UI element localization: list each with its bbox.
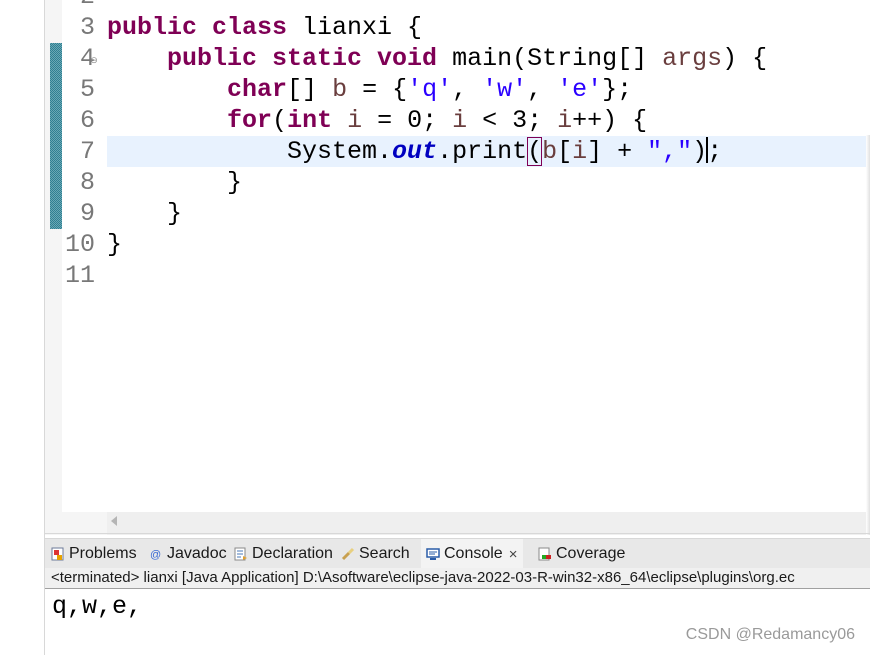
token: main(String[] bbox=[437, 44, 663, 73]
matching-bracket: ( bbox=[527, 137, 543, 166]
code-line[interactable]: for(int i = 0; i < 3; i++) { bbox=[107, 105, 647, 136]
line-number: 7 bbox=[79, 137, 95, 166]
token: ) bbox=[692, 137, 708, 166]
tab-search[interactable]: Search bbox=[341, 539, 410, 569]
token-field: out bbox=[392, 137, 438, 166]
token-kw: int bbox=[287, 106, 333, 135]
console-output-area[interactable]: q,w,e, bbox=[45, 589, 870, 655]
token-var: i bbox=[452, 106, 468, 135]
line-number: 5 bbox=[79, 75, 95, 104]
code-line[interactable]: } bbox=[107, 198, 182, 229]
tab-label: Javadoc bbox=[167, 545, 227, 562]
close-icon[interactable]: × bbox=[509, 546, 518, 563]
token-kw: public static void bbox=[167, 44, 438, 73]
console-icon bbox=[426, 547, 440, 561]
tab-label: Search bbox=[359, 545, 410, 562]
tab-declaration[interactable]: Declaration bbox=[234, 539, 333, 569]
code-line[interactable]: System.out.print(b[i] + ","); bbox=[107, 136, 722, 167]
declaration-icon bbox=[234, 547, 248, 561]
editor-text-area[interactable]: public class lianxi { public static void… bbox=[107, 0, 870, 512]
tab-coverage[interactable]: Coverage bbox=[538, 539, 625, 569]
token: ++) { bbox=[572, 106, 648, 135]
line-number: 11 bbox=[64, 261, 95, 290]
tab-label: Declaration bbox=[252, 545, 333, 562]
code-line[interactable]: } bbox=[107, 229, 122, 260]
token: , bbox=[527, 75, 558, 104]
token: ; bbox=[707, 137, 723, 166]
token: [] bbox=[287, 75, 333, 104]
console-status-text: <terminated> lianxi [Java Application] D… bbox=[51, 569, 795, 586]
token: ] + bbox=[587, 137, 648, 166]
line-number: 6 bbox=[79, 106, 95, 135]
token: .print bbox=[437, 137, 528, 166]
panel-divider bbox=[45, 533, 870, 534]
token: } bbox=[107, 230, 123, 259]
token-var: i bbox=[557, 106, 573, 135]
token: }; bbox=[602, 75, 633, 104]
token: , bbox=[452, 75, 483, 104]
tab-console[interactable]: Console × bbox=[421, 539, 524, 569]
code-line[interactable]: char[] b = {'q', 'w', 'e'}; bbox=[107, 74, 632, 105]
tab-label: Problems bbox=[69, 545, 137, 562]
token: System. bbox=[107, 137, 393, 166]
token-kw: for bbox=[227, 106, 273, 135]
fold-collapse-icon[interactable]: ⊖ bbox=[89, 55, 99, 65]
line-number: 3 bbox=[79, 13, 95, 42]
code-line[interactable]: public static void main(String[] args) { bbox=[107, 43, 767, 74]
token: = { bbox=[347, 75, 408, 104]
token-var: i bbox=[347, 106, 363, 135]
token: } bbox=[107, 168, 243, 197]
token-var: b bbox=[332, 75, 348, 104]
line-number: 9 bbox=[79, 199, 95, 228]
watermark: CSDN @Redamancy06 bbox=[685, 626, 855, 643]
line-number-ruler: 234⊖567891011 bbox=[62, 0, 107, 512]
token-str: 'q' bbox=[407, 75, 453, 104]
token-var: b bbox=[542, 137, 558, 166]
token: ) { bbox=[722, 44, 768, 73]
bottom-panel-tabbar: Problems @ Javadoc Declaration Search Console… bbox=[45, 538, 870, 569]
code-line[interactable]: public class lianxi { bbox=[107, 12, 422, 43]
search-icon bbox=[341, 547, 355, 561]
tab-label: Console bbox=[444, 545, 503, 562]
svg-text:@: @ bbox=[150, 549, 161, 561]
token-var: args bbox=[662, 44, 723, 73]
tab-label: Coverage bbox=[556, 545, 626, 562]
outer-margin bbox=[0, 0, 44, 655]
token: ( bbox=[272, 106, 288, 135]
tab-javadoc[interactable]: @ Javadoc bbox=[149, 539, 227, 569]
token: [ bbox=[557, 137, 573, 166]
token: lianxi { bbox=[287, 13, 423, 42]
horizontal-scrollbar[interactable] bbox=[107, 512, 870, 535]
editor-right-edge bbox=[866, 135, 870, 535]
console-header: <terminated> lianxi [Java Application] D… bbox=[45, 568, 870, 589]
token-kw: char bbox=[227, 75, 288, 104]
token-str: 'e' bbox=[557, 75, 603, 104]
token-kw: public class bbox=[107, 13, 288, 42]
token: < 3; bbox=[467, 106, 558, 135]
scroll-left-arrow-icon[interactable] bbox=[111, 516, 117, 526]
coverage-icon bbox=[538, 547, 552, 561]
line-number: 2 bbox=[55, 0, 95, 12]
token: } bbox=[107, 199, 183, 228]
problems-icon bbox=[51, 547, 65, 561]
line-number: 10 bbox=[64, 230, 95, 259]
line-number: 8 bbox=[79, 168, 95, 197]
token: = 0; bbox=[362, 106, 453, 135]
tab-problems[interactable]: Problems bbox=[51, 539, 137, 569]
token-str: 'w' bbox=[482, 75, 528, 104]
javadoc-icon: @ bbox=[149, 547, 163, 561]
token-var: i bbox=[572, 137, 588, 166]
code-editor[interactable]: 234⊖567891011 public class lianxi { publ… bbox=[45, 0, 870, 535]
code-line[interactable]: } bbox=[107, 167, 242, 198]
token-str: "," bbox=[647, 137, 693, 166]
console-output-text: q,w,e, bbox=[52, 592, 143, 621]
